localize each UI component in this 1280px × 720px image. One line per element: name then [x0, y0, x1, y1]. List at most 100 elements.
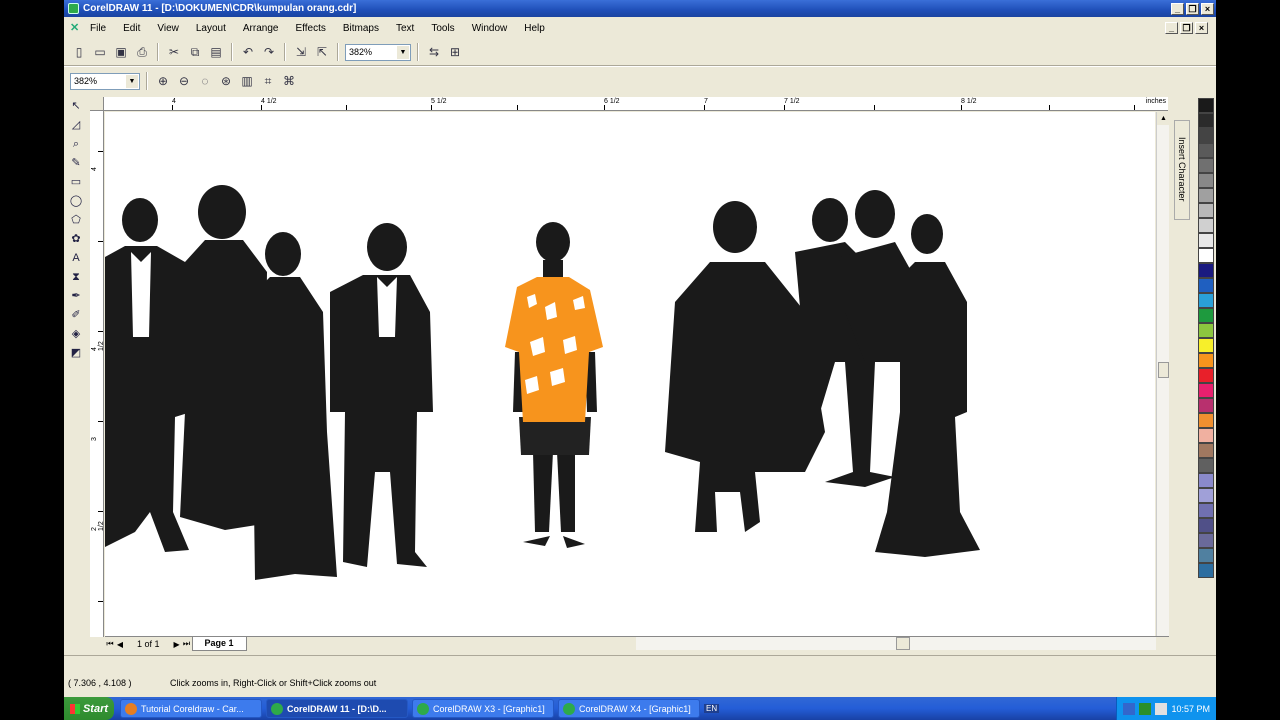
zoom-selected-icon[interactable]: ◌: [196, 72, 214, 90]
menu-tools[interactable]: Tools: [431, 23, 454, 34]
basic-shapes-tool-icon[interactable]: ✿: [68, 231, 84, 247]
palette-swatch[interactable]: [1198, 458, 1214, 473]
volume-icon[interactable]: [1155, 702, 1168, 715]
new-icon[interactable]: ▯: [70, 43, 88, 61]
palette-swatch[interactable]: [1198, 413, 1214, 428]
palette-swatch[interactable]: [1198, 518, 1214, 533]
start-button[interactable]: Start: [64, 697, 114, 720]
import-icon[interactable]: ⇲: [292, 43, 310, 61]
doc-minimize-button[interactable]: _: [1165, 22, 1178, 34]
pick-tool-icon[interactable]: ↖: [68, 98, 84, 114]
palette-swatch[interactable]: [1198, 338, 1214, 353]
vertical-scroll-thumb[interactable]: [1158, 362, 1169, 378]
taskbar-item-browser[interactable]: Tutorial Coreldraw - Car...: [120, 699, 262, 718]
interactive-blend-tool-icon[interactable]: ⧗: [68, 269, 84, 285]
interactive-fill-tool-icon[interactable]: ◩: [68, 345, 84, 361]
vertical-scrollbar[interactable]: ▲: [1156, 112, 1170, 636]
palette-swatch[interactable]: [1198, 293, 1214, 308]
palette-swatch[interactable]: [1198, 548, 1214, 563]
palette-swatch[interactable]: [1198, 98, 1214, 113]
prev-page-icon[interactable]: ◀: [115, 640, 125, 649]
menu-view[interactable]: View: [157, 23, 179, 34]
menu-layout[interactable]: Layout: [196, 23, 226, 34]
palette-swatch[interactable]: [1198, 533, 1214, 548]
zoom-in-icon[interactable]: ⊕: [154, 72, 172, 90]
zoom-out-icon[interactable]: ⊖: [175, 72, 193, 90]
palette-swatch[interactable]: [1198, 323, 1214, 338]
palette-swatch[interactable]: [1198, 113, 1214, 128]
ellipse-tool-icon[interactable]: ◯: [68, 193, 84, 209]
zoom-tool-icon[interactable]: ⌕: [68, 136, 84, 152]
menu-help[interactable]: Help: [524, 23, 545, 34]
rectangle-tool-icon[interactable]: ▭: [68, 174, 84, 190]
zoom-page-icon[interactable]: ▥: [238, 72, 256, 90]
palette-swatch[interactable]: [1198, 563, 1214, 578]
horizontal-scrollbar[interactable]: [636, 637, 1156, 650]
clock[interactable]: 10:57 PM: [1171, 704, 1210, 714]
language-indicator[interactable]: EN: [704, 704, 720, 713]
eyedropper-tool-icon[interactable]: ✒: [68, 288, 84, 304]
horizontal-ruler[interactable]: 4 4 1/2 5 1/2 6 1/2 7 7 1/2 8 1/2 inches: [104, 97, 1168, 111]
menu-effects[interactable]: Effects: [295, 23, 325, 34]
page-tab[interactable]: Page 1: [191, 637, 247, 651]
restore-button[interactable]: ❐: [1186, 2, 1199, 15]
corel-online-icon[interactable]: ⊞: [446, 43, 464, 61]
text-tool-icon[interactable]: A: [68, 250, 84, 266]
zoom-height-icon[interactable]: ⌘: [280, 72, 298, 90]
palette-swatch[interactable]: [1198, 188, 1214, 203]
palette-swatch[interactable]: [1198, 428, 1214, 443]
palette-swatch[interactable]: [1198, 383, 1214, 398]
outline-tool-icon[interactable]: ✐: [68, 307, 84, 323]
freehand-tool-icon[interactable]: ✎: [68, 155, 84, 171]
palette-swatch[interactable]: [1198, 143, 1214, 158]
export-icon[interactable]: ⇱: [313, 43, 331, 61]
open-icon[interactable]: ▭: [91, 43, 109, 61]
menu-bitmaps[interactable]: Bitmaps: [343, 23, 379, 34]
polygon-tool-icon[interactable]: ⬠: [68, 212, 84, 228]
palette-swatch[interactable]: [1198, 473, 1214, 488]
ruler-origin[interactable]: [90, 97, 104, 111]
cut-icon[interactable]: ✂: [165, 43, 183, 61]
horizontal-scroll-thumb[interactable]: [896, 637, 910, 650]
palette-swatch[interactable]: [1198, 278, 1214, 293]
shape-tool-icon[interactable]: ◿: [68, 117, 84, 133]
palette-swatch[interactable]: [1198, 203, 1214, 218]
fill-tool-icon[interactable]: ◈: [68, 326, 84, 342]
insert-character-docker-tab[interactable]: Insert Character: [1174, 120, 1190, 220]
menu-window[interactable]: Window: [472, 23, 508, 34]
next-page-icon[interactable]: ▶: [172, 640, 182, 649]
palette-swatch[interactable]: [1198, 398, 1214, 413]
last-page-icon[interactable]: ⏭: [182, 639, 192, 649]
palette-swatch[interactable]: [1198, 308, 1214, 323]
palette-swatch[interactable]: [1198, 233, 1214, 248]
vertical-ruler[interactable]: 4 4 1/2 3 2 1/2: [90, 111, 105, 637]
security-icon[interactable]: [1139, 702, 1152, 715]
zoom-all-icon[interactable]: ⊛: [217, 72, 235, 90]
palette-swatch[interactable]: [1198, 443, 1214, 458]
menu-edit[interactable]: Edit: [123, 23, 140, 34]
palette-swatch[interactable]: [1198, 173, 1214, 188]
palette-swatch[interactable]: [1198, 128, 1214, 143]
palette-swatch[interactable]: [1198, 503, 1214, 518]
palette-swatch[interactable]: [1198, 263, 1214, 278]
save-icon[interactable]: ▣: [112, 43, 130, 61]
palette-swatch[interactable]: [1198, 218, 1214, 233]
doc-close-button[interactable]: ×: [1195, 22, 1208, 34]
redo-icon[interactable]: ↷: [260, 43, 278, 61]
menu-arrange[interactable]: Arrange: [243, 23, 279, 34]
palette-swatch[interactable]: [1198, 248, 1214, 263]
drawing-canvas[interactable]: [105, 112, 1155, 636]
copy-icon[interactable]: ⧉: [186, 43, 204, 61]
menu-text[interactable]: Text: [396, 23, 414, 34]
taskbar-item-coreldrawx3[interactable]: CorelDRAW X3 - [Graphic1]: [412, 699, 554, 718]
print-icon[interactable]: ⎙: [133, 43, 151, 61]
doc-restore-button[interactable]: ❐: [1180, 22, 1193, 34]
first-page-icon[interactable]: ⏮: [105, 639, 115, 649]
palette-swatch[interactable]: [1198, 488, 1214, 503]
network-icon[interactable]: [1123, 702, 1136, 715]
palette-swatch[interactable]: [1198, 158, 1214, 173]
menu-file[interactable]: File: [90, 23, 106, 34]
minimize-button[interactable]: _: [1171, 2, 1184, 15]
application-launcher-icon[interactable]: ⇆: [425, 43, 443, 61]
zoom-level-select[interactable]: 382% ▼: [345, 43, 411, 61]
